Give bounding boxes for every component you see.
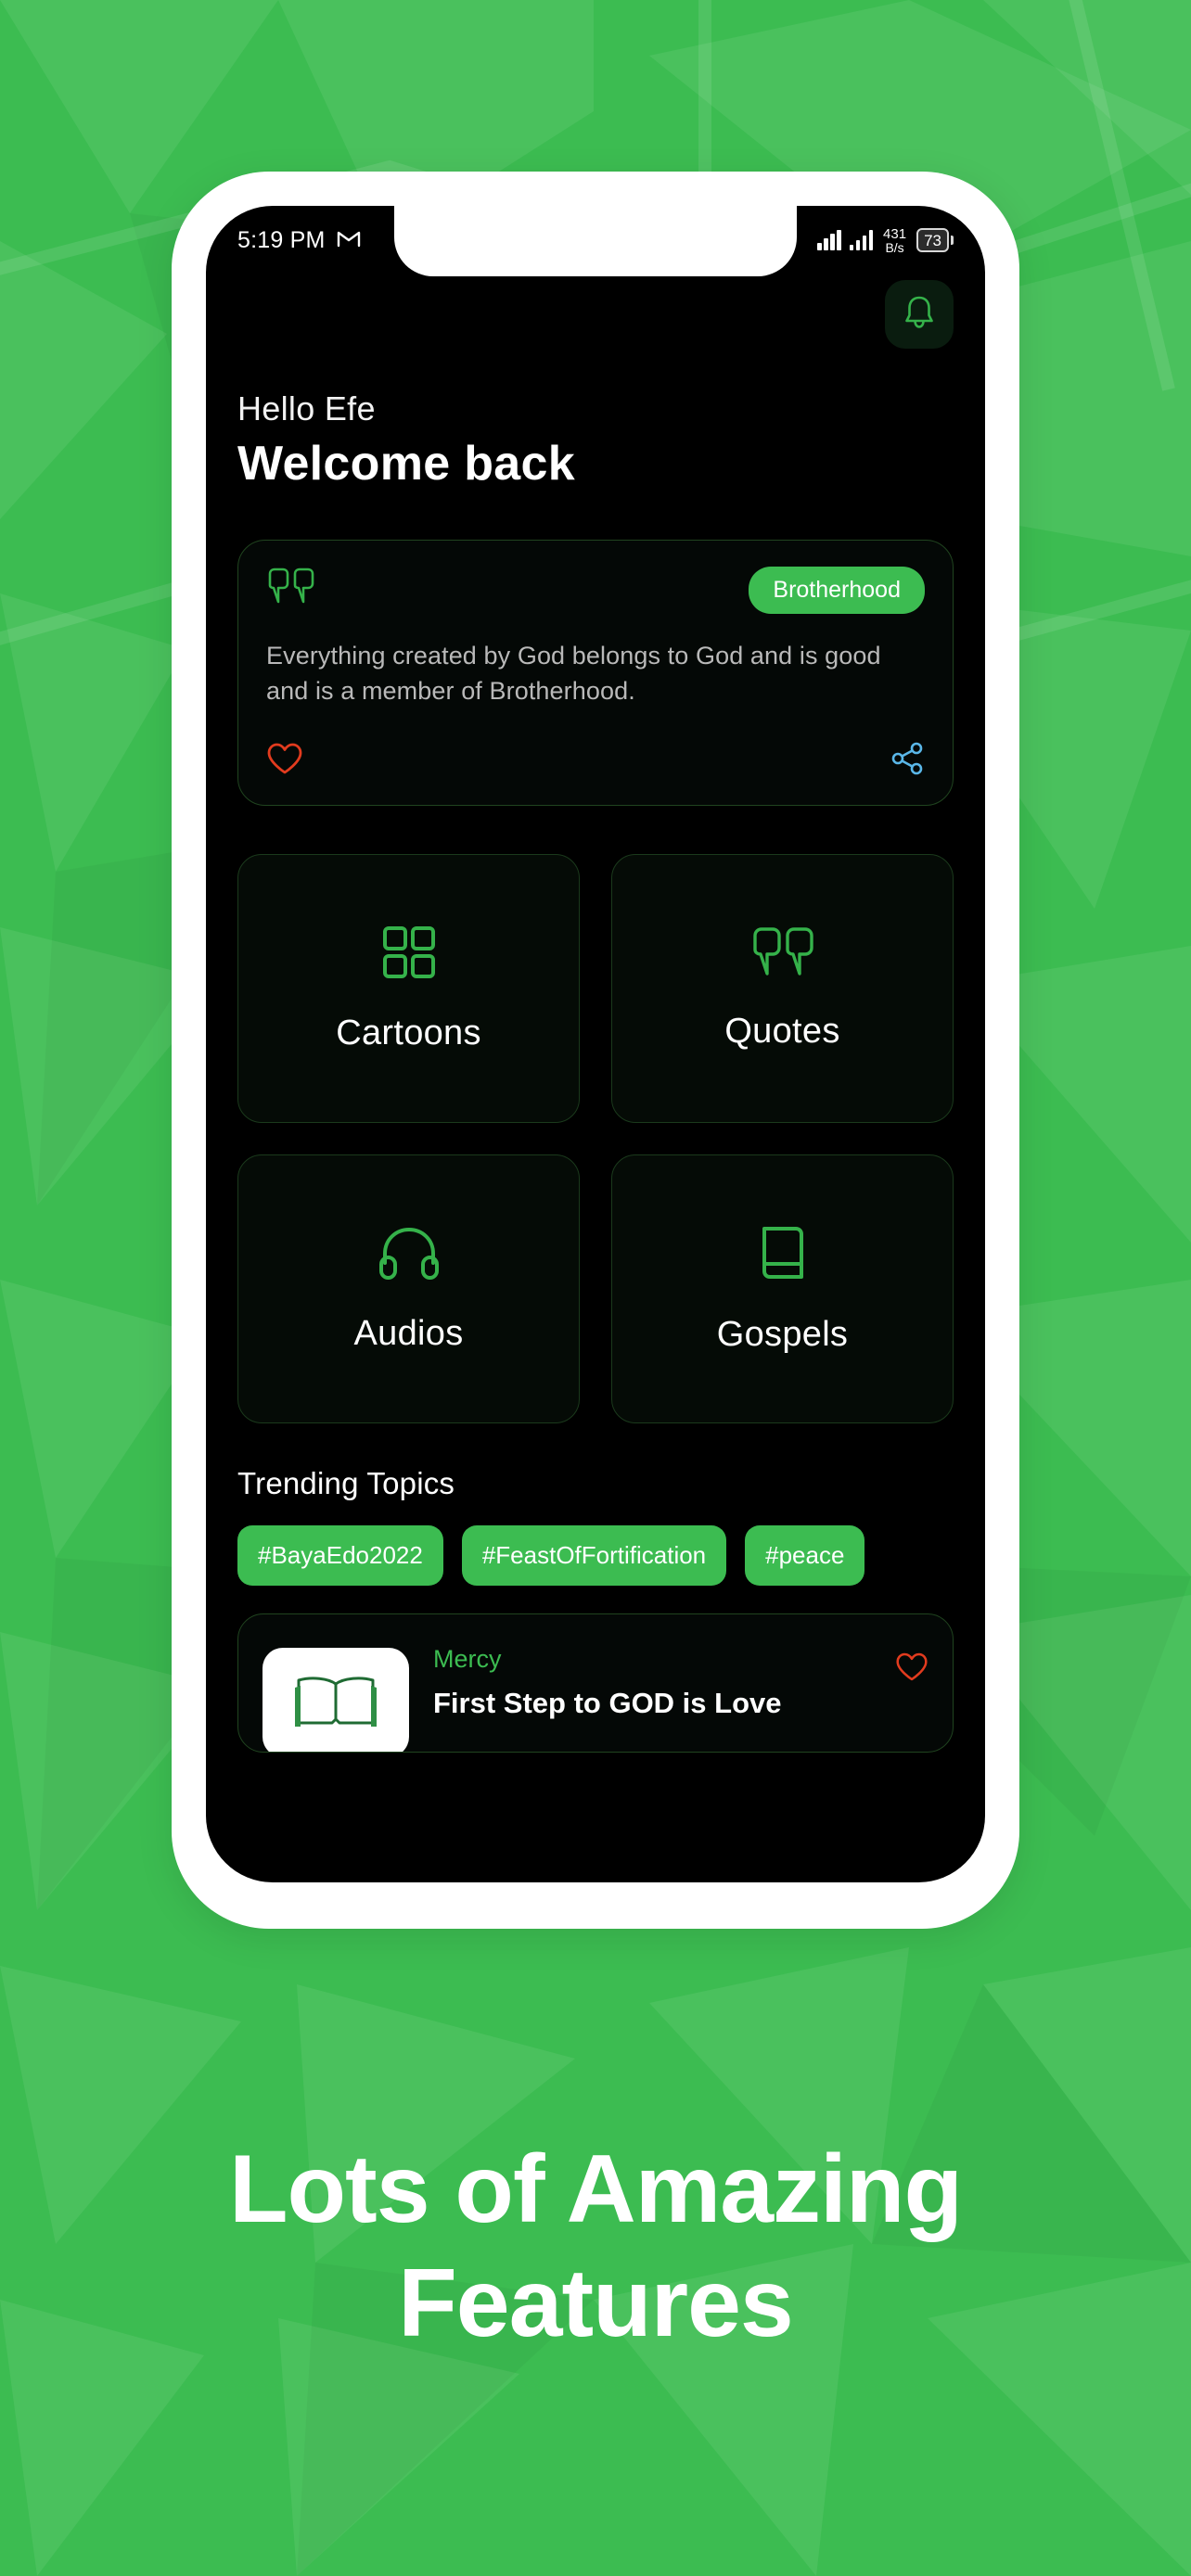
feature-tile-cartoons[interactable]: Cartoons bbox=[237, 853, 580, 1123]
network-speed-indicator: 431 B/s bbox=[883, 227, 906, 254]
phone-notch bbox=[394, 206, 797, 276]
trending-topics-title: Trending Topics bbox=[237, 1465, 455, 1500]
grid-squares-icon bbox=[380, 924, 438, 986]
battery-level: 73 bbox=[916, 228, 949, 252]
quote-text: Everything created by God belongs to God… bbox=[266, 642, 881, 706]
list-item-thumbnail bbox=[263, 1647, 409, 1752]
book-icon bbox=[759, 1223, 807, 1287]
signal-bars-sim1-icon bbox=[817, 230, 841, 250]
gmail-icon bbox=[337, 227, 361, 254]
heart-icon[interactable] bbox=[895, 1651, 928, 1687]
feature-grid: Cartoons Quotes Audios Gospels bbox=[237, 853, 954, 1423]
feature-tile-label: Cartoons bbox=[336, 1013, 481, 1052]
feature-tile-gospels[interactable]: Gospels bbox=[611, 1154, 954, 1423]
list-item-category: Mercy bbox=[433, 1645, 502, 1674]
battery-icon: 73 bbox=[916, 228, 954, 252]
quote-marks-icon bbox=[750, 925, 815, 984]
feature-tile-label: Audios bbox=[353, 1313, 464, 1353]
list-item[interactable]: Mercy First Step to GOD is Love bbox=[237, 1613, 954, 1753]
bell-icon bbox=[901, 293, 938, 337]
trending-tags-list: #BayaEdo2022 #FeastOfFortification #peac… bbox=[237, 1524, 954, 1586]
status-bar-right: 431 B/s 73 bbox=[817, 227, 954, 254]
feature-tile-audios[interactable]: Audios bbox=[237, 1154, 580, 1423]
trending-tag[interactable]: #BayaEdo2022 bbox=[237, 1524, 443, 1586]
trending-tag[interactable]: #peace bbox=[745, 1524, 865, 1586]
page-title: Welcome back bbox=[237, 437, 575, 491]
list-item-texts: Mercy First Step to GOD is Love bbox=[433, 1645, 871, 1720]
quote-marks-icon bbox=[266, 567, 316, 610]
feature-tile-label: Quotes bbox=[724, 1011, 840, 1051]
notification-button[interactable] bbox=[885, 280, 954, 349]
signal-bars-sim2-icon bbox=[849, 230, 874, 250]
phone-screen: 5:19 PM 431 B/s 73 Hello Efe Welcome bac… bbox=[206, 206, 985, 1882]
share-icon[interactable] bbox=[890, 741, 925, 781]
heart-icon[interactable] bbox=[266, 742, 303, 780]
quote-card-actions bbox=[266, 741, 925, 781]
network-speed-value: 431 bbox=[883, 225, 907, 242]
quote-category-badge[interactable]: Brotherhood bbox=[749, 567, 925, 614]
greeting-name: Hello Efe bbox=[237, 389, 376, 427]
quote-card-header: Brotherhood bbox=[266, 567, 925, 614]
list-item-title: First Step to GOD is Love bbox=[433, 1687, 782, 1720]
feature-tile-label: Gospels bbox=[716, 1314, 849, 1354]
network-speed-unit: B/s bbox=[885, 239, 904, 255]
greeting-block: Hello Efe Welcome back bbox=[237, 389, 954, 491]
promo-headline: Lots of Amazing Features bbox=[229, 2136, 963, 2357]
quote-card[interactable]: Brotherhood Everything created by God be… bbox=[237, 540, 954, 806]
open-book-icon bbox=[291, 1667, 380, 1737]
headphones-icon bbox=[378, 1224, 441, 1286]
app-content: Hello Efe Welcome back Brotherhood Every… bbox=[206, 280, 985, 1753]
feature-tile-quotes[interactable]: Quotes bbox=[611, 853, 954, 1123]
status-bar-left: 5:19 PM bbox=[237, 227, 361, 254]
trending-tag[interactable]: #FeastOfFortification bbox=[461, 1524, 727, 1586]
status-bar-clock: 5:19 PM bbox=[237, 226, 326, 253]
notification-row bbox=[237, 280, 954, 349]
